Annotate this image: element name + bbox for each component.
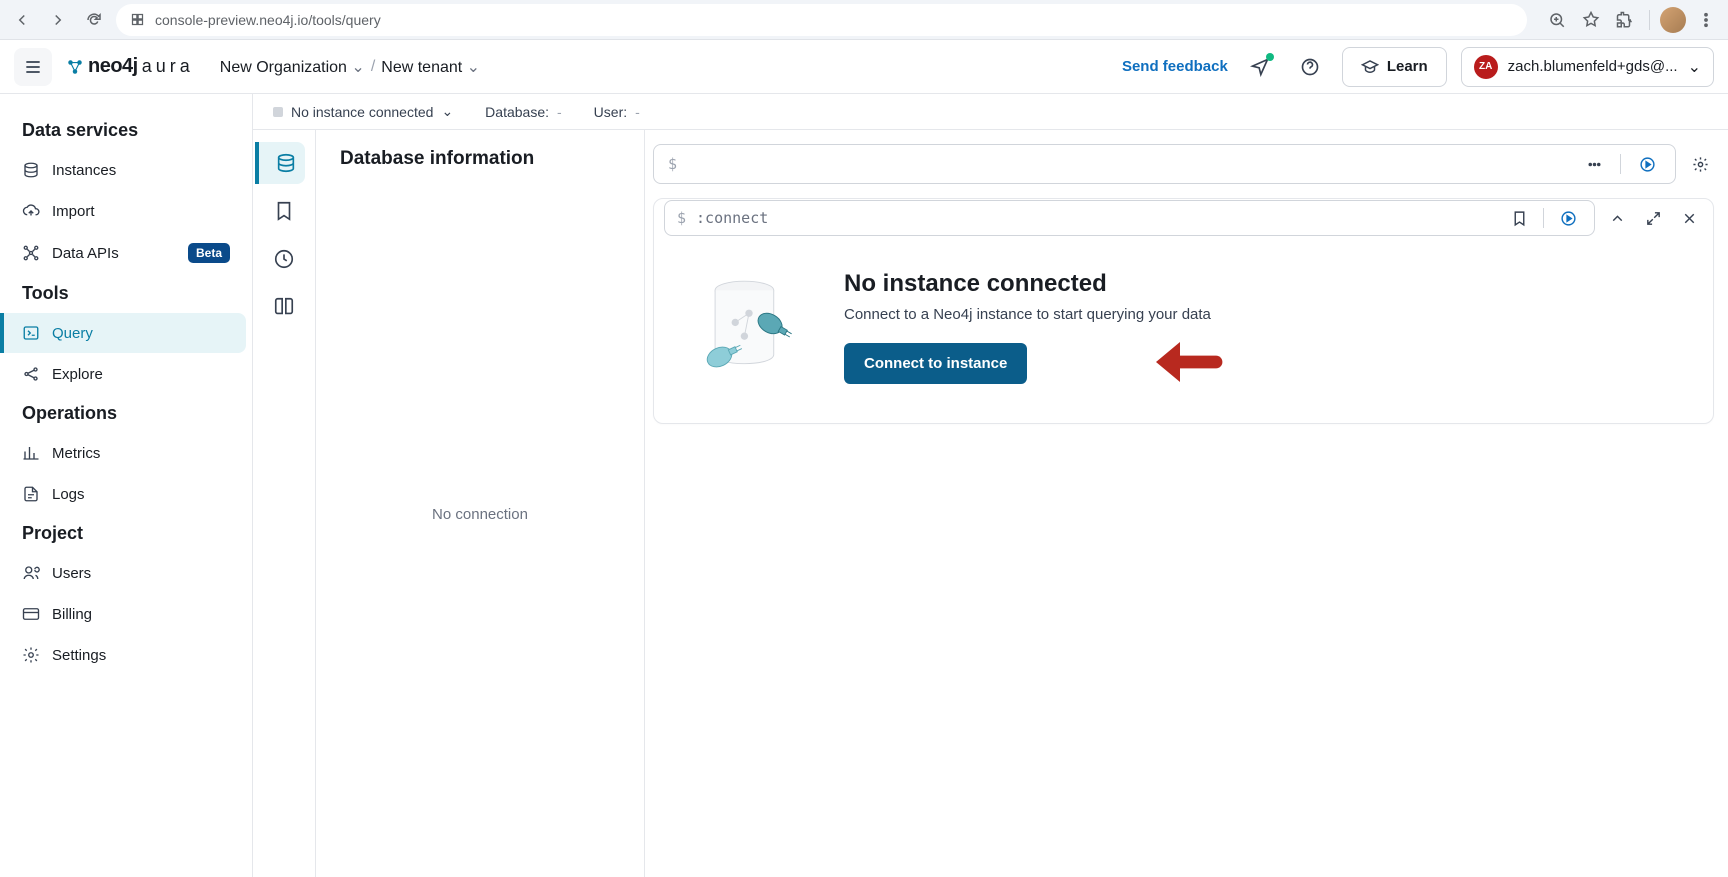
beta-badge: Beta bbox=[188, 243, 230, 263]
left-sidebar: Data services Instances Import Data APIs… bbox=[0, 94, 252, 877]
url-bar[interactable]: console-preview.neo4j.io/tools/query bbox=[116, 4, 1527, 36]
status-bar: No instance connected ⌄ Database: - User… bbox=[253, 94, 1728, 130]
terminal-icon bbox=[22, 324, 40, 342]
section-tools: Tools bbox=[6, 275, 246, 312]
database-icon bbox=[275, 152, 297, 174]
result-collapse-button[interactable] bbox=[1603, 204, 1631, 232]
result-title: No instance connected bbox=[844, 270, 1211, 298]
sidebar-item-metrics[interactable]: Metrics bbox=[6, 433, 246, 473]
info-panel-title: Database information bbox=[340, 148, 620, 170]
result-bookmark-button[interactable] bbox=[1505, 204, 1533, 232]
result-subtitle: Connect to a Neo4j instance to start que… bbox=[844, 306, 1211, 323]
sidebar-item-import[interactable]: Import bbox=[6, 191, 246, 231]
user-menu[interactable]: ZA zach.blumenfeld+gds@... ⌄ bbox=[1461, 47, 1714, 87]
query-input[interactable]: $ bbox=[653, 144, 1676, 184]
result-command[interactable]: $ :connect bbox=[664, 200, 1595, 236]
menu-button[interactable] bbox=[14, 48, 52, 86]
sidebar-item-settings[interactable]: Settings bbox=[6, 635, 246, 675]
rail-guides-button[interactable] bbox=[263, 286, 305, 328]
url-text: console-preview.neo4j.io/tools/query bbox=[155, 12, 381, 28]
api-icon bbox=[22, 244, 40, 262]
user-status: User: - bbox=[594, 104, 640, 120]
section-project: Project bbox=[6, 515, 246, 552]
tenant-selector[interactable]: New tenant ⌄ bbox=[381, 57, 480, 77]
database-icon bbox=[22, 161, 40, 179]
main-area: No instance connected ⌄ Database: - User… bbox=[252, 94, 1728, 877]
logo-icon bbox=[66, 58, 84, 76]
rail-bookmarks-button[interactable] bbox=[263, 190, 305, 232]
bookmark-icon bbox=[273, 200, 295, 222]
site-info-icon bbox=[130, 12, 145, 27]
clock-icon bbox=[273, 248, 295, 270]
result-close-button[interactable] bbox=[1675, 204, 1703, 232]
notification-dot bbox=[1266, 53, 1274, 61]
query-settings-button[interactable] bbox=[1686, 150, 1714, 178]
reload-button[interactable] bbox=[80, 6, 108, 34]
credit-card-icon bbox=[22, 605, 40, 623]
query-run-button[interactable] bbox=[1633, 150, 1661, 178]
chart-icon bbox=[22, 444, 40, 462]
users-icon bbox=[22, 564, 40, 582]
back-button[interactable] bbox=[8, 6, 36, 34]
result-expand-button[interactable] bbox=[1639, 204, 1667, 232]
rail-history-button[interactable] bbox=[263, 238, 305, 280]
user-avatar: ZA bbox=[1474, 55, 1498, 79]
info-panel-empty: No connection bbox=[340, 170, 620, 859]
query-more-button[interactable] bbox=[1580, 150, 1608, 178]
database-status: Database: - bbox=[485, 104, 562, 120]
sidebar-item-instances[interactable]: Instances bbox=[6, 150, 246, 190]
file-icon bbox=[22, 485, 40, 503]
gear-icon bbox=[22, 646, 40, 664]
annotation-arrow bbox=[1144, 322, 1224, 402]
prompt-symbol: $ bbox=[668, 155, 677, 173]
zoom-icon[interactable] bbox=[1543, 6, 1571, 34]
cloud-upload-icon bbox=[22, 202, 40, 220]
sidebar-item-users[interactable]: Users bbox=[6, 553, 246, 593]
graduation-cap-icon bbox=[1361, 58, 1379, 76]
profile-avatar[interactable] bbox=[1660, 7, 1686, 33]
sidebar-item-billing[interactable]: Billing bbox=[6, 594, 246, 634]
connection-status[interactable]: No instance connected ⌄ bbox=[273, 103, 453, 120]
neo4j-aura-logo[interactable]: neo4jaura bbox=[66, 55, 194, 78]
sidebar-item-query[interactable]: Query bbox=[0, 313, 246, 353]
user-email: zach.blumenfeld+gds@... bbox=[1508, 58, 1678, 75]
rail-database-button[interactable] bbox=[255, 142, 305, 184]
status-indicator bbox=[273, 107, 283, 117]
mini-rail bbox=[253, 130, 315, 877]
explore-icon bbox=[22, 365, 40, 383]
browser-chrome: console-preview.neo4j.io/tools/query bbox=[0, 0, 1728, 40]
org-selector[interactable]: New Organization ⌄ bbox=[220, 57, 365, 77]
extensions-icon[interactable] bbox=[1611, 6, 1639, 34]
breadcrumb: New Organization ⌄ / New tenant ⌄ bbox=[220, 57, 480, 77]
chevron-down-icon: ⌄ bbox=[441, 103, 453, 120]
send-feedback-link[interactable]: Send feedback bbox=[1122, 58, 1228, 75]
section-data-services: Data services bbox=[6, 112, 246, 149]
sidebar-item-data-apis[interactable]: Data APIs Beta bbox=[6, 232, 246, 274]
disconnected-illustration bbox=[694, 267, 804, 387]
database-info-panel: Database information No connection bbox=[315, 130, 645, 877]
section-operations: Operations bbox=[6, 395, 246, 432]
notifications-button[interactable] bbox=[1242, 49, 1278, 85]
result-card: $ :connect bbox=[653, 198, 1714, 424]
query-area: $ $ :connect bbox=[645, 130, 1728, 877]
sidebar-item-logs[interactable]: Logs bbox=[6, 474, 246, 514]
sidebar-item-explore[interactable]: Explore bbox=[6, 354, 246, 394]
learn-button[interactable]: Learn bbox=[1342, 47, 1447, 87]
help-button[interactable] bbox=[1292, 49, 1328, 85]
book-icon bbox=[273, 296, 295, 318]
result-run-button[interactable] bbox=[1554, 204, 1582, 232]
bookmark-icon[interactable] bbox=[1577, 6, 1605, 34]
forward-button[interactable] bbox=[44, 6, 72, 34]
connect-to-instance-button[interactable]: Connect to instance bbox=[844, 343, 1027, 384]
browser-menu-icon[interactable] bbox=[1692, 6, 1720, 34]
app-header: neo4jaura New Organization ⌄ / New tenan… bbox=[0, 40, 1728, 94]
